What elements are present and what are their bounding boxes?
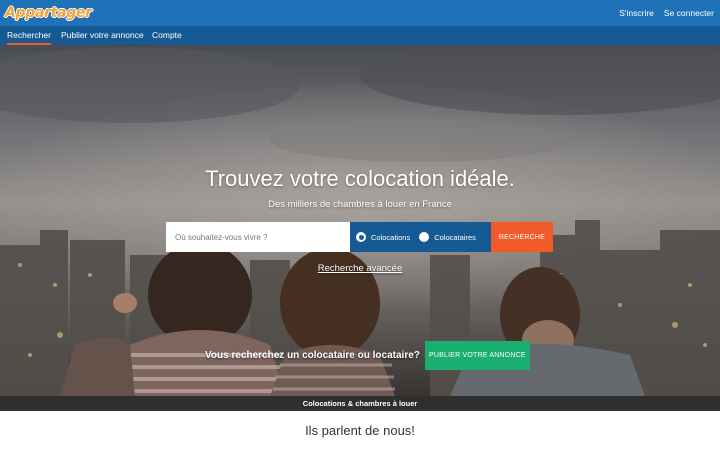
nav-item-label: Publier votre annonce — [61, 30, 144, 40]
testimonials-title: Ils parlent de nous! — [305, 423, 415, 438]
signup-link[interactable]: S'inscrire — [619, 8, 654, 18]
advanced-search-link[interactable]: Recherche avancée — [318, 263, 403, 274]
radio-label: Colocataires — [434, 232, 476, 242]
search-button[interactable]: RECHERCHE — [491, 222, 553, 252]
hero-section: Trouvez votre colocation idéale. Des mil… — [0, 45, 720, 396]
nav-item-publier[interactable]: Publier votre annonce — [61, 26, 144, 45]
main-nav: Rechercher Publier votre annonce Compte — [0, 26, 720, 45]
radio-unchecked-icon — [419, 232, 430, 242]
nav-item-rechercher[interactable]: Rechercher — [7, 26, 51, 45]
logo-text: Appartager — [5, 5, 92, 21]
nav-item-label: Compte — [152, 30, 182, 40]
radio-checked-icon — [356, 232, 366, 242]
hero-subtitle: Des milliers de chambres à louer en Fran… — [268, 199, 452, 210]
listings-strip[interactable]: Colocations & chambres à louer — [0, 396, 720, 411]
nav-item-label: Rechercher — [7, 30, 51, 40]
nav-item-compte[interactable]: Compte — [152, 26, 182, 45]
hero-title: Trouvez votre colocation idéale. — [205, 166, 515, 191]
login-link[interactable]: Se connecter — [664, 8, 714, 18]
radio-colocations[interactable]: Colocations — [356, 232, 410, 242]
radio-colocataires[interactable]: Colocataires — [419, 232, 476, 242]
publish-ad-button[interactable]: PUBLIER VOTRE ANNONCE — [424, 341, 530, 370]
advanced-search-wrapper: Recherche avancée — [0, 258, 720, 276]
search-form: Colocations Colocataires RECHERCHE — [166, 222, 553, 252]
logo[interactable]: Appartager — [5, 3, 92, 23]
account-links: S'inscrire Se connecter — [619, 0, 714, 26]
radio-label: Colocations — [371, 232, 411, 242]
top-bar: Appartager S'inscrire Se connecter — [0, 0, 720, 26]
publish-cta: Vous recherchez un colocataire ou locata… — [205, 341, 530, 370]
cta-text: Vous recherchez un colocataire ou locata… — [205, 350, 420, 361]
search-type-radio-group: Colocations Colocataires — [350, 222, 491, 252]
location-search-input[interactable] — [166, 222, 350, 252]
